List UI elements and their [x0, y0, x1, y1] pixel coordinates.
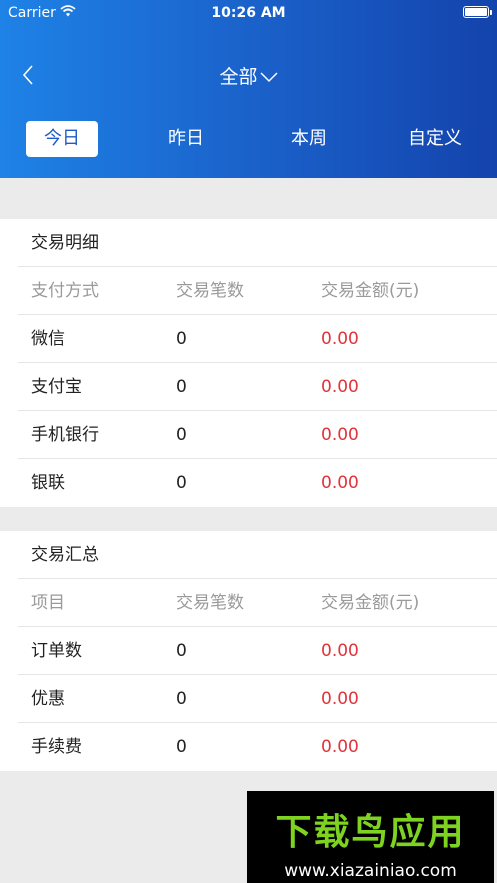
table-row: 订单数 0 0.00 — [18, 627, 497, 675]
row-count: 0 — [176, 689, 187, 709]
row-name: 银联 — [31, 473, 65, 493]
nav-title-dropdown[interactable]: 全部 — [0, 62, 497, 89]
row-name: 订单数 — [31, 641, 82, 661]
row-count: 0 — [176, 425, 187, 445]
row-name: 支付宝 — [31, 377, 82, 397]
tab-today[interactable]: 今日 — [26, 121, 98, 157]
status-time: 10:26 AM — [211, 5, 286, 21]
tab-this-week[interactable]: 本周 — [273, 121, 345, 157]
row-amount: 0.00 — [321, 689, 359, 709]
row-amount: 0.00 — [321, 425, 359, 445]
nav-title: 全部 — [219, 66, 258, 88]
row-count: 0 — [176, 473, 187, 493]
column-header: 项目 — [31, 593, 65, 613]
table-row: 手机银行 0 0.00 — [18, 411, 497, 459]
row-amount: 0.00 — [321, 641, 359, 661]
table-row: 微信 0 0.00 — [18, 315, 497, 363]
column-header: 交易金额(元) — [321, 593, 420, 613]
battery-icon — [463, 6, 492, 18]
row-name: 优惠 — [31, 689, 65, 709]
table-row: 银联 0 0.00 — [18, 459, 497, 507]
status-bar: Carrier 10:26 AM — [0, 0, 497, 26]
header: Carrier 10:26 AM 全部 今日 昨日 本周 自定义 — [0, 0, 497, 178]
tab-custom[interactable]: 自定义 — [395, 121, 475, 157]
row-name: 微信 — [31, 329, 65, 349]
row-name: 手续费 — [31, 737, 82, 757]
table-row: 手续费 0 0.00 — [18, 723, 497, 771]
watermark: 下载鸟应用 www.xiazainiao.com — [247, 791, 494, 883]
date-tabs: 今日 昨日 本周 自定义 — [0, 121, 497, 157]
section-title: 交易汇总 — [18, 531, 497, 579]
watermark-logo: 下载鸟应用 — [275, 812, 466, 853]
row-amount: 0.00 — [321, 329, 359, 349]
table-row: 支付宝 0 0.00 — [18, 363, 497, 411]
column-header: 交易笔数 — [176, 593, 244, 613]
row-amount: 0.00 — [321, 737, 359, 757]
table-header-row: 项目 交易笔数 交易金额(元) — [18, 579, 497, 627]
row-count: 0 — [176, 737, 187, 757]
row-amount: 0.00 — [321, 473, 359, 493]
chevron-down-icon — [259, 67, 278, 89]
transaction-summary-section: 交易汇总 项目 交易笔数 交易金额(元) 订单数 0 0.00 优惠 0 0.0… — [0, 531, 497, 771]
row-count: 0 — [176, 329, 187, 349]
row-count: 0 — [176, 377, 187, 397]
table-row: 优惠 0 0.00 — [18, 675, 497, 723]
row-name: 手机银行 — [31, 425, 99, 445]
column-header: 交易金额(元) — [321, 281, 420, 301]
watermark-url: www.xiazainiao.com — [284, 861, 457, 881]
transaction-details-section: 交易明细 支付方式 交易笔数 交易金额(元) 微信 0 0.00 支付宝 0 0… — [0, 219, 497, 507]
table-header-row: 支付方式 交易笔数 交易金额(元) — [18, 267, 497, 315]
tab-yesterday[interactable]: 昨日 — [150, 121, 222, 157]
section-title: 交易明细 — [18, 219, 497, 267]
row-count: 0 — [176, 641, 187, 661]
column-header: 支付方式 — [31, 281, 99, 301]
column-header: 交易笔数 — [176, 281, 244, 301]
row-amount: 0.00 — [321, 377, 359, 397]
